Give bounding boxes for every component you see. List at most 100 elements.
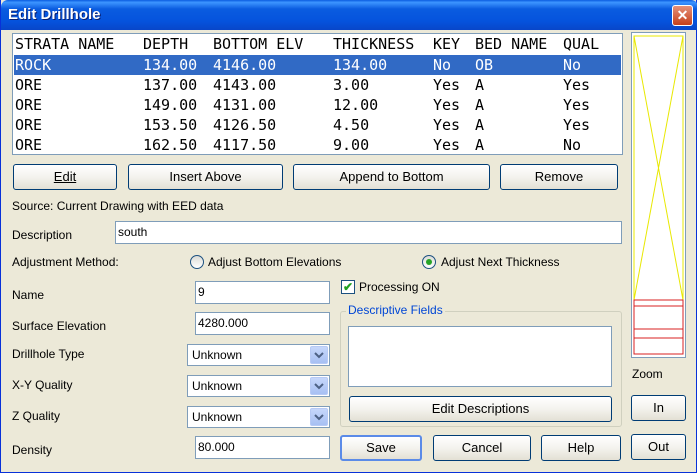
drillhole-type-value: Unknown — [192, 348, 243, 362]
column-header-strata-name: STRATA NAME — [15, 35, 115, 53]
table-cell: A — [475, 116, 485, 134]
chevron-down-icon[interactable] — [310, 408, 328, 426]
append-to-bottom-label: Append to Bottom — [339, 169, 444, 184]
density-label: Density — [12, 443, 53, 457]
table-row[interactable]: ORE 162.50 4117.50 9.00 Yes A No — [14, 135, 621, 155]
source-text: Source: Current Drawing with EED data — [12, 199, 224, 213]
adjust-bottom-elevations-radio[interactable] — [190, 255, 204, 269]
column-header-bed-name: BED NAME — [475, 35, 548, 53]
z-quality-label: Z Quality — [12, 409, 61, 423]
table-cell: 149.00 — [143, 96, 198, 114]
table-cell: OB — [475, 56, 494, 74]
xy-quality-select[interactable]: Unknown — [187, 375, 330, 397]
window-title: Edit Drillhole — [8, 6, 101, 23]
zoom-out-button[interactable]: Out — [631, 434, 686, 460]
table-header: STRATA NAME DEPTH BOTTOM ELV THICKNESS K… — [13, 34, 622, 54]
table-cell: No — [563, 56, 582, 74]
strata-preview-graphic — [633, 35, 684, 355]
table-cell: 4146.00 — [213, 56, 277, 74]
table-cell: 4.50 — [333, 116, 370, 134]
table-row[interactable]: ORE 137.00 4143.00 3.00 Yes A Yes — [14, 75, 621, 95]
table-cell: Yes — [433, 76, 461, 94]
table-cell: 162.50 — [143, 136, 198, 154]
remove-button-label: Remove — [534, 169, 584, 184]
zoom-out-label: Out — [648, 439, 669, 454]
description-input[interactable]: south — [115, 221, 622, 244]
drillhole-preview — [631, 32, 686, 358]
table-cell: A — [475, 136, 485, 154]
zoom-label: Zoom — [632, 367, 663, 381]
insert-above-label: Insert Above — [169, 169, 242, 184]
table-cell: ORE — [15, 76, 43, 94]
edit-descriptions-label: Edit Descriptions — [431, 401, 530, 416]
save-button[interactable]: Save — [340, 435, 422, 461]
table-cell: 4143.00 — [213, 76, 277, 94]
strata-table[interactable]: STRATA NAME DEPTH BOTTOM ELV THICKNESS K… — [12, 33, 623, 155]
table-cell: 137.00 — [143, 76, 198, 94]
chevron-down-icon[interactable] — [310, 346, 328, 364]
table-cell: ORE — [15, 136, 43, 154]
table-cell: ROCK — [15, 56, 52, 74]
drillhole-type-select[interactable]: Unknown — [187, 344, 330, 366]
help-button[interactable]: Help — [541, 435, 621, 461]
xy-quality-label: X-Y Quality — [12, 378, 73, 392]
adjust-next-thickness-label[interactable]: Adjust Next Thickness — [441, 255, 560, 269]
edit-drillhole-dialog: Edit Drillhole ✕ STRATA NAME DEPTH BOTTO… — [0, 0, 697, 473]
table-cell: Yes — [563, 76, 591, 94]
table-cell: Yes — [563, 116, 591, 134]
close-button[interactable]: ✕ — [672, 5, 693, 26]
cancel-button-label: Cancel — [461, 440, 503, 455]
density-input[interactable]: 80.000 — [195, 436, 330, 459]
surface-elevation-label: Surface Elevation — [12, 319, 107, 333]
column-header-depth: DEPTH — [143, 35, 189, 53]
insert-above-button[interactable]: Insert Above — [128, 164, 283, 190]
remove-button[interactable]: Remove — [500, 164, 618, 190]
adjust-bottom-elevations-label[interactable]: Adjust Bottom Elevations — [208, 255, 341, 269]
chevron-down-icon[interactable] — [310, 377, 328, 395]
zoom-in-button[interactable]: In — [631, 395, 686, 421]
column-header-key: KEY — [433, 35, 461, 53]
adjust-next-thickness-radio[interactable] — [422, 255, 436, 269]
table-cell: 4117.50 — [213, 136, 277, 154]
table-cell: 134.00 — [333, 56, 388, 74]
z-quality-value: Unknown — [192, 410, 243, 424]
table-row[interactable]: ORE 149.00 4131.00 12.00 Yes A Yes — [14, 95, 621, 115]
title-bar[interactable]: Edit Drillhole ✕ — [1, 0, 697, 30]
table-row[interactable]: ROCK 134.00 4146.00 134.00 No OB No — [14, 55, 621, 75]
table-cell: A — [475, 96, 485, 114]
table-cell: ORE — [15, 116, 43, 134]
descriptive-fields-title: Descriptive Fields — [346, 303, 445, 317]
table-cell: Yes — [433, 116, 461, 134]
table-row[interactable]: ORE 153.50 4126.50 4.50 Yes A Yes — [14, 115, 621, 135]
name-input[interactable]: 9 — [195, 281, 330, 304]
column-header-qual: QUAL — [563, 35, 600, 53]
processing-on-checkbox[interactable]: ✔ — [341, 280, 355, 294]
table-cell: 153.50 — [143, 116, 198, 134]
close-icon: ✕ — [676, 7, 689, 23]
save-button-label: Save — [366, 440, 396, 455]
name-label: Name — [12, 288, 45, 302]
drillhole-type-label: Drillhole Type — [12, 347, 85, 361]
help-button-label: Help — [567, 440, 595, 455]
table-cell: 4126.50 — [213, 116, 277, 134]
description-label: Description — [12, 228, 73, 242]
processing-on-label[interactable]: Processing ON — [359, 280, 440, 294]
table-cell: 4131.00 — [213, 96, 277, 114]
z-quality-select[interactable]: Unknown — [187, 406, 330, 428]
table-cell: A — [475, 76, 485, 94]
append-to-bottom-button[interactable]: Append to Bottom — [293, 164, 490, 190]
table-cell: No — [563, 136, 582, 154]
surface-elevation-input[interactable]: 4280.000 — [195, 312, 330, 335]
column-header-thickness: THICKNESS — [333, 35, 415, 53]
table-cell: 12.00 — [333, 96, 379, 114]
table-cell: ORE — [15, 96, 43, 114]
descriptive-fields-box[interactable] — [348, 326, 612, 387]
xy-quality-value: Unknown — [192, 379, 243, 393]
edit-descriptions-button[interactable]: Edit Descriptions — [349, 396, 612, 422]
cancel-button[interactable]: Cancel — [433, 435, 531, 461]
adjustment-method-label: Adjustment Method: — [12, 255, 119, 269]
table-cell: 3.00 — [333, 76, 370, 94]
column-header-bottom-elv: BOTTOM ELV — [213, 35, 304, 53]
edit-button[interactable]: Edit — [13, 164, 117, 190]
checkmark-icon: ✔ — [342, 280, 354, 294]
